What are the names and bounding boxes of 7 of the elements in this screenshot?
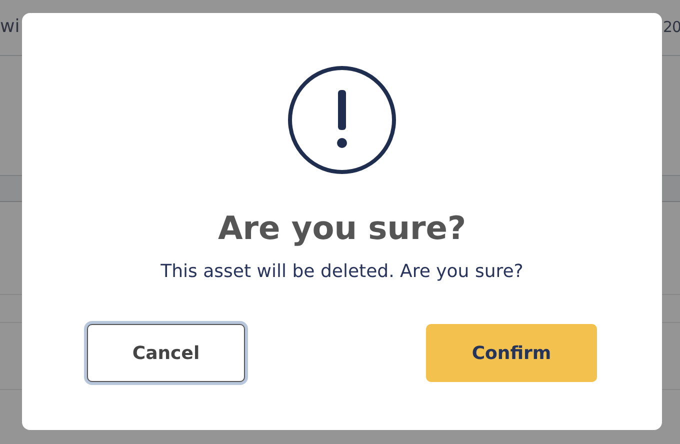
table-cell: wi bbox=[0, 16, 20, 37]
confirm-button[interactable]: Confirm bbox=[426, 324, 597, 382]
table-cell: 20 bbox=[663, 18, 680, 36]
dialog-title: Are you sure? bbox=[218, 209, 466, 247]
cancel-button[interactable]: Cancel bbox=[87, 324, 245, 382]
warning-icon bbox=[287, 65, 397, 175]
dialog-message: This asset will be deleted. Are you sure? bbox=[160, 261, 524, 282]
